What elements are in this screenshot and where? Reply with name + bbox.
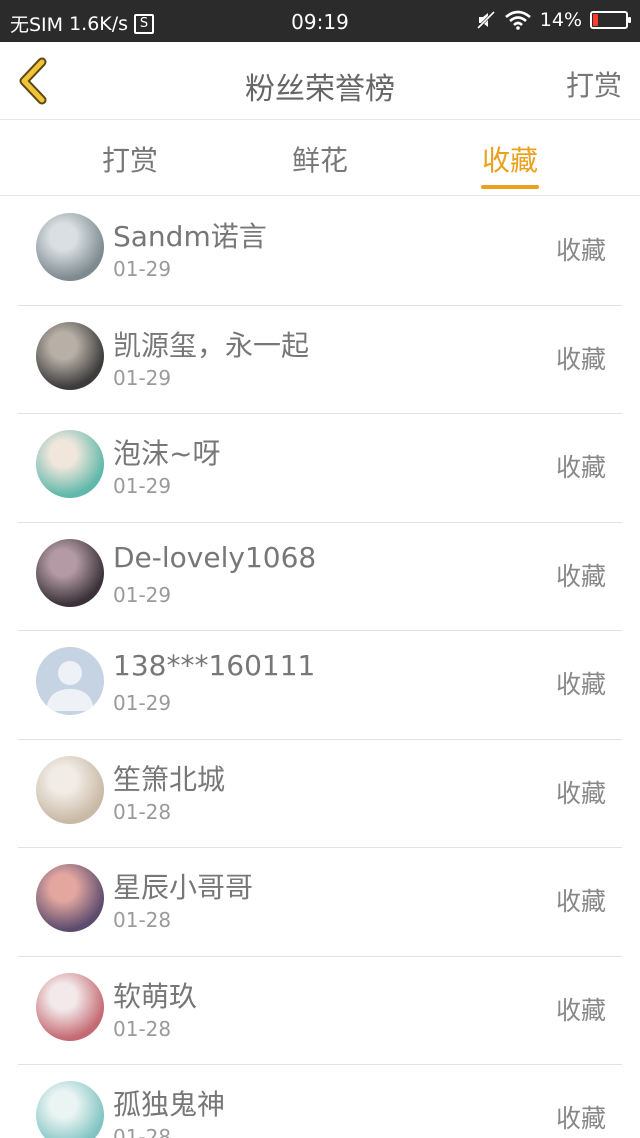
status-right: 14% [476,9,631,31]
fan-date: 01-28 [113,799,172,824]
fan-date: 01-28 [113,1125,172,1138]
favorite-label: 收藏 [555,453,606,482]
battery-level [593,14,598,26]
favorite-label: 收藏 [555,344,606,374]
favorite-label: 收藏 [555,995,606,1025]
favorite-label: 收藏 [555,1104,606,1133]
avatar[interactable] [36,321,104,390]
fan-name: 笙箫北城 [113,762,226,796]
fan-date: 01-29 [113,582,172,607]
fan-name: Sandm诺言 [113,220,267,253]
avatar[interactable] [36,755,104,824]
fan-row[interactable]: 138***160111 01-29 收藏 [18,631,622,740]
avatar[interactable] [36,430,104,498]
tab-reward[interactable]: 打赏 [70,139,190,179]
default-avatar-icon [46,661,94,711]
fan-row[interactable]: De-lovely1068 01-29 收藏 [18,523,622,631]
status-bar: 无SIM 1.6K/s S 09:19 14% [0,0,640,42]
favorite-label: 收藏 [555,778,606,808]
fan-date: 01-29 [113,365,172,390]
fan-row[interactable]: 星辰小哥哥 01-28 收藏 [18,848,622,957]
mute-icon [476,10,495,30]
fan-row[interactable]: 泡沫~呀 01-29 收藏 [18,414,622,523]
avatar[interactable] [36,1081,104,1138]
fan-list: Sandm诺言 01-29 收藏 凯源玺，永一起 01-29 收藏 泡沫~呀 01-29 收藏 D… [0,197,640,1138]
fan-date: 01-28 [113,908,172,932]
nav-header: 粉丝荣誉榜 打赏 [0,42,640,120]
fan-row[interactable]: 笙箫北城 01-28 收藏 [18,740,622,848]
fan-name: 凯源玺，永一起 [113,328,310,362]
fan-name: 软萌玖 [113,979,198,1013]
tab-bar: 打赏 鲜花 收藏 [0,121,640,196]
tab-flowers[interactable]: 鲜花 [260,139,380,179]
fan-name: 星辰小哥哥 [113,871,254,904]
avatar[interactable] [36,647,104,715]
battery-icon [590,11,631,29]
avatar[interactable] [36,864,104,932]
fan-name: 孤独鬼神 [113,1088,226,1121]
fan-name: 138***160111 [113,649,316,682]
reward-button[interactable]: 打赏 [566,64,622,104]
battery-percent: 14% [539,9,582,31]
fan-date: 01-29 [113,474,172,498]
favorite-label: 收藏 [555,670,606,699]
fan-row[interactable]: 软萌玖 01-28 收藏 [18,957,622,1065]
favorite-label: 收藏 [555,236,606,265]
fan-name: De-lovely1068 [113,540,317,574]
favorite-label: 收藏 [555,561,606,591]
fan-row[interactable]: Sandm诺言 01-29 收藏 [18,197,622,306]
active-tab-indicator [481,185,539,189]
avatar[interactable] [36,972,104,1041]
avatar[interactable] [36,538,104,607]
page-title: 粉丝荣誉榜 [245,72,395,107]
fan-name: 泡沫~呀 [113,437,221,470]
avatar[interactable] [36,213,104,281]
fan-date: 01-29 [113,257,172,281]
tab-favorites[interactable]: 收藏 [450,139,570,179]
fan-date: 01-28 [113,1016,172,1041]
fan-date: 01-29 [113,691,172,715]
wifi-icon [504,10,531,30]
fan-row[interactable]: 孤独鬼神 01-28 收藏 [18,1065,622,1138]
favorite-label: 收藏 [555,887,606,916]
fan-row[interactable]: 凯源玺，永一起 01-29 收藏 [18,306,622,414]
